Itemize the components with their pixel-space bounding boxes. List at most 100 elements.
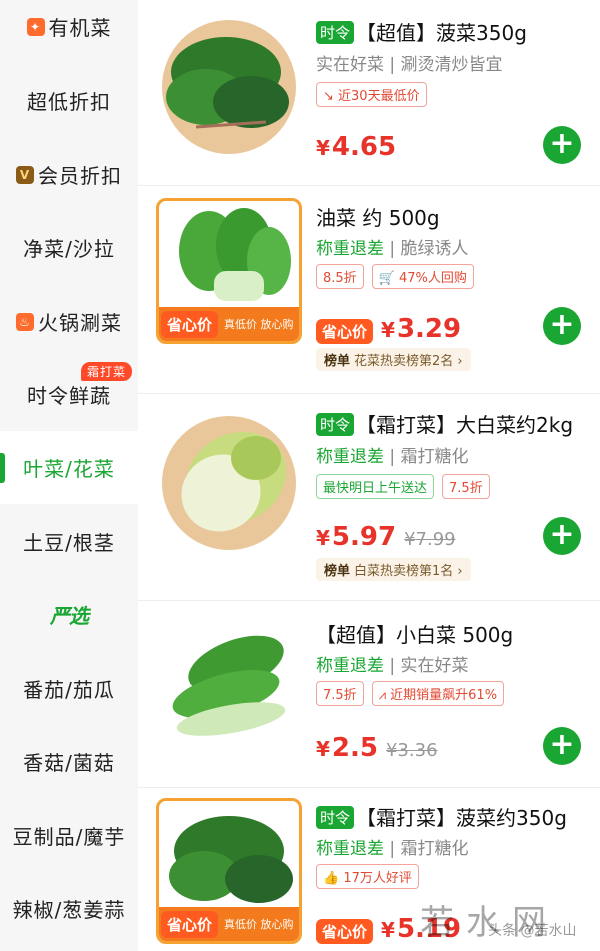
product-subtitle: 称重退差 | 霜打糖化	[316, 834, 469, 859]
original-price: ¥7.99	[404, 529, 456, 550]
reviews-tag: 👍 17万人好评	[316, 864, 419, 889]
currency-symbol: ¥	[316, 526, 330, 550]
sidebar-item-clean-veg[interactable]: 净菜/沙拉	[0, 211, 138, 284]
spinach-image	[166, 37, 289, 129]
sidebar-item-hotpot[interactable]: ♨ 火锅涮菜	[0, 285, 138, 358]
rank-badge[interactable]: 榜单 花菜热卖榜第2名 ›	[316, 348, 471, 371]
trend-icon: ⩘	[378, 688, 391, 703]
add-to-cart-button[interactable]: +	[543, 727, 581, 765]
subtitle-rest: | 霜打糖化	[384, 839, 469, 859]
product-tags: ↘ 近30天最低价	[316, 82, 427, 107]
sidebar-item-yanxuan[interactable]: 严选	[0, 578, 138, 651]
product-tags: 7.5折 ⩘ 近期销量飙升61%	[316, 681, 505, 706]
product-title-text: 【霜打菜】大白菜约2kg	[356, 413, 574, 437]
sidebar-item-label: 土豆/根茎	[23, 531, 115, 555]
product-tags: 👍 17万人好评	[316, 864, 419, 889]
product-title[interactable]: 时令 【霜打菜】菠菜约350g	[316, 802, 567, 831]
promo-note: 真低价 放心购	[224, 318, 294, 331]
product-title[interactable]: 油菜 约 500g	[316, 202, 440, 231]
product-card[interactable]: 时令 【霜打菜】大白菜约2kg 称重退差 | 霜打糖化 最快明日上午送达 7.5折…	[138, 394, 600, 603]
sidebar-item-label: 番茄/茄瓜	[23, 678, 115, 702]
product-card[interactable]: 时令 【超值】菠菜350g 实在好菜 | 涮烫清炒皆宜 ↘ 近30天最低价 ¥4.…	[138, 0, 600, 209]
subtitle-rest: | 霜打糖化	[384, 447, 469, 467]
rank-badge[interactable]: 榜单 白菜热卖榜第1名 ›	[316, 558, 471, 581]
product-title-text: 【超值】菠菜350g	[356, 21, 527, 45]
currency-symbol: ¥	[381, 318, 395, 342]
discount-tag: 7.5折	[442, 474, 490, 499]
promo-price-pill: 省心价	[316, 319, 374, 344]
product-image[interactable]	[156, 408, 302, 554]
product-subtitle: 称重退差 | 霜打糖化	[316, 442, 469, 467]
spinach-image	[169, 816, 293, 903]
product-title[interactable]: 时令 【超值】菠菜350g	[316, 17, 527, 46]
pakchoi-image	[172, 635, 286, 736]
product-card[interactable]: 省心价 真低价 放心购 油菜 约 500g 称重退差 | 脆绿诱人 8.5折 🛒…	[138, 186, 600, 395]
product-price: 省心价 ¥3.29	[316, 314, 461, 344]
weigh-refund-text: 称重退差	[316, 239, 384, 259]
product-price: ¥2.5 ¥3.36	[316, 733, 438, 763]
sidebar-item-tofu[interactable]: 豆制品/魔芋	[0, 799, 138, 872]
add-to-cart-button[interactable]: +	[543, 307, 581, 345]
product-title[interactable]: 时令 【霜打菜】大白菜约2kg	[316, 409, 573, 438]
product-price: ¥5.97 ¥7.99	[316, 522, 456, 552]
seasonal-badge: 时令	[316, 21, 355, 44]
weigh-refund-text: 称重退差	[316, 839, 384, 859]
sidebar-item-label: 有机菜	[48, 16, 112, 40]
weigh-refund-text: 称重退差	[316, 656, 384, 676]
rank-text: 花菜热卖榜第2名 ›	[354, 354, 463, 369]
sidebar-item-potato[interactable]: 土豆/根茎	[0, 505, 138, 578]
rank-text: 白菜热卖榜第1名 ›	[354, 564, 463, 579]
sales-trend-text: 近期销量飙升61%	[390, 688, 498, 703]
original-price: ¥3.36	[385, 740, 438, 761]
product-image[interactable]: 省心价 真低价 放心购	[156, 798, 302, 944]
frost-badge: 霜打菜	[80, 362, 132, 381]
seasonal-badge: 时令	[316, 413, 355, 436]
sidebar-item-seasonal[interactable]: 霜打菜 时令鲜蔬	[0, 358, 138, 431]
currency-symbol: ¥	[381, 918, 395, 942]
product-subtitle: 称重退差 | 实在好菜	[316, 651, 469, 676]
product-image[interactable]: 省心价 真低价 放心购	[156, 198, 302, 344]
product-subtitle: 实在好菜 | 涮烫清炒皆宜	[316, 55, 503, 75]
product-tags: 最快明日上午送达 7.5折	[316, 474, 490, 499]
category-sidebar: ✦ 有机菜 超低折扣 V 会员折扣 净菜/沙拉 ♨ 火锅涮菜 霜打菜 时令鲜蔬 …	[0, 0, 138, 951]
seasonal-badge: 时令	[316, 806, 355, 829]
sidebar-item-super-discount[interactable]: 超低折扣	[0, 64, 138, 137]
sidebar-item-tomato[interactable]: 番茄/茄瓜	[0, 652, 138, 725]
sidebar-item-label: 超低折扣	[27, 90, 111, 114]
add-to-cart-button[interactable]: +	[543, 126, 581, 164]
product-title-text: 【霜打菜】菠菜约350g	[356, 806, 567, 830]
sidebar-item-leafy[interactable]: 叶菜/花菜	[0, 431, 138, 504]
subtitle-rest: | 实在好菜	[384, 656, 469, 676]
lowest-price-tag: ↘ 近30天最低价	[316, 82, 427, 107]
sidebar-item-label: 辣椒/葱姜蒜	[12, 898, 126, 922]
delivery-tag: 最快明日上午送达	[316, 474, 435, 499]
product-title[interactable]: 【超值】小白菜 500g	[316, 619, 513, 648]
product-image[interactable]	[156, 12, 302, 158]
sidebar-item-label: 会员折扣	[38, 164, 122, 188]
discount-tag: 8.5折	[316, 264, 364, 289]
promo-pill: 省心价	[161, 310, 219, 338]
sidebar-item-label: 净菜/沙拉	[23, 237, 115, 261]
sidebar-item-mushroom[interactable]: 香菇/菌菇	[0, 725, 138, 798]
sales-trend-tag: ⩘ 近期销量飙升61%	[371, 681, 505, 706]
price-value: 2.5	[331, 733, 378, 763]
sidebar-item-pepper[interactable]: 辣椒/葱姜蒜	[0, 872, 138, 945]
discount-tag: 7.5折	[316, 681, 364, 706]
product-image[interactable]	[156, 619, 302, 765]
sidebar-item-label: 香菇/菌菇	[23, 751, 115, 775]
product-card[interactable]: 【超值】小白菜 500g 称重退差 | 实在好菜 7.5折 ⩘ 近期销量飙升61…	[138, 601, 600, 810]
product-price: ¥4.65	[316, 132, 396, 162]
fire-icon: ✦	[26, 17, 45, 36]
sidebar-item-member-discount[interactable]: V 会员折扣	[0, 138, 138, 211]
repurchase-tag: 🛒 47%人回购	[371, 264, 474, 289]
promo-price-pill: 省心价	[316, 919, 374, 944]
currency-symbol: ¥	[316, 737, 330, 761]
active-indicator	[0, 453, 5, 483]
app-root: ✦ 有机菜 超低折扣 V 会员折扣 净菜/沙拉 ♨ 火锅涮菜 霜打菜 时令鲜蔬 …	[0, 0, 600, 951]
sidebar-item-organic[interactable]: ✦ 有机菜	[0, 0, 138, 63]
promo-strip: 省心价 真低价 放心购	[159, 307, 299, 341]
rank-label: 榜单	[324, 354, 351, 369]
currency-symbol: ¥	[316, 136, 330, 160]
promo-strip: 省心价 真低价 放心购	[159, 907, 299, 941]
add-to-cart-button[interactable]: +	[543, 517, 581, 555]
